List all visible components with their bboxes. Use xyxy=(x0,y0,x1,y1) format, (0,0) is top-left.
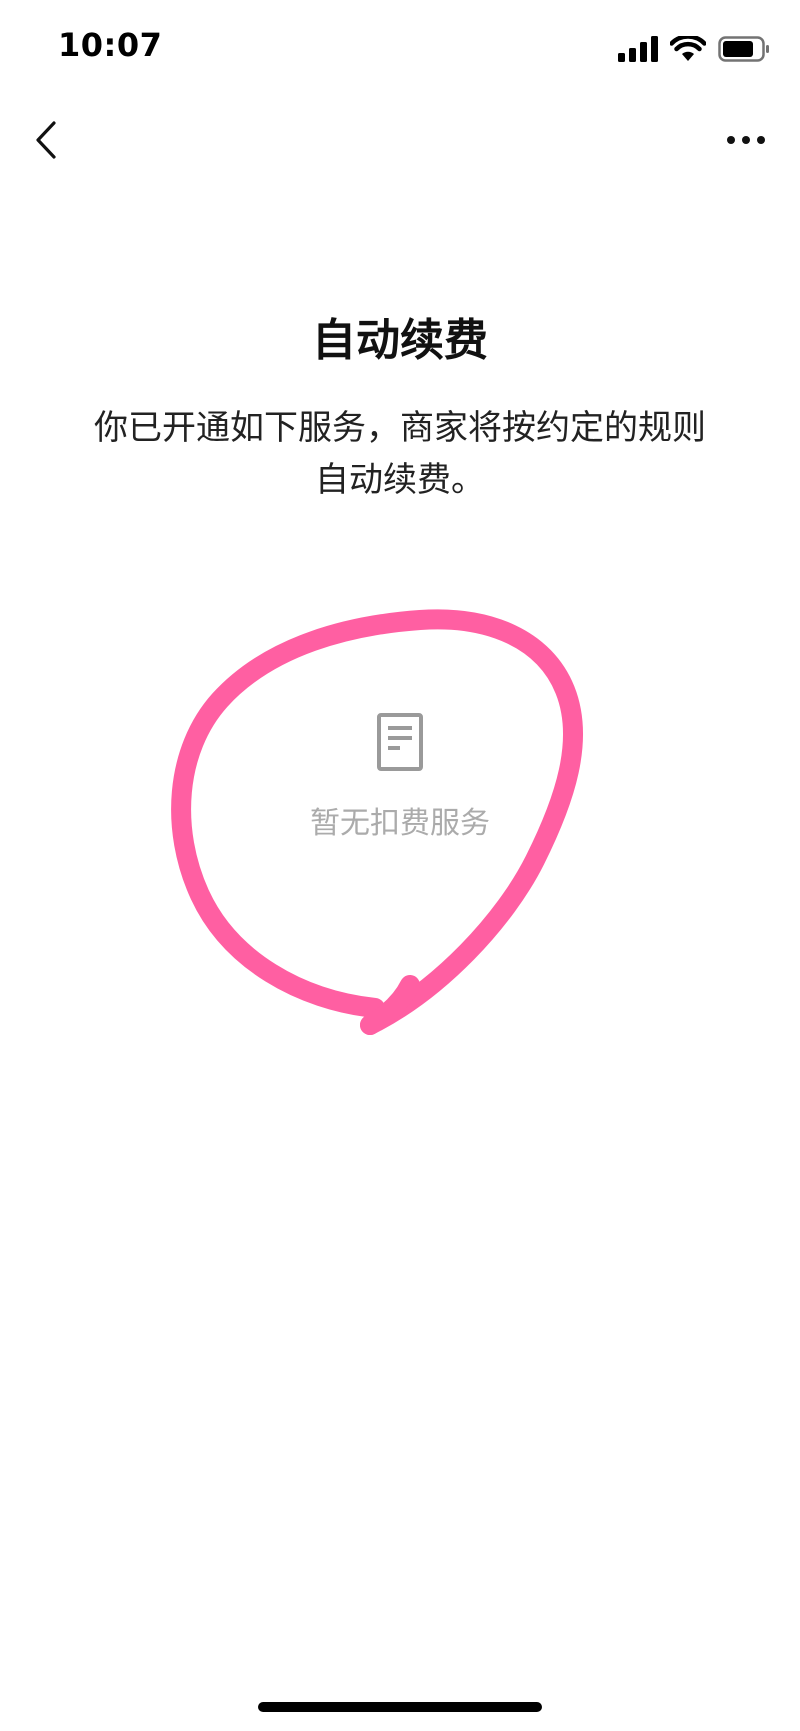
status-time: 10:07 xyxy=(58,26,163,64)
battery-icon xyxy=(718,36,769,62)
status-bar: 10:07 xyxy=(0,0,800,96)
more-dots-icon xyxy=(727,136,765,144)
page-description: 你已开通如下服务，商家将按约定的规则自动续费。 xyxy=(94,408,706,500)
annotation-circle xyxy=(171,609,584,1035)
status-icons xyxy=(618,34,770,64)
wifi-icon xyxy=(670,36,706,61)
auto-renewal-screen: 10:07 自动续费 你已开通如下服务，商家将按约定的规则自动续费。 暂无扣费服… xyxy=(0,0,800,1731)
empty-state: 暂无扣费服务 xyxy=(0,712,800,862)
chevron-left-icon xyxy=(36,121,56,159)
more-button[interactable] xyxy=(718,118,774,162)
back-button[interactable] xyxy=(24,112,68,168)
empty-state-text: 暂无扣费服务 xyxy=(310,806,490,841)
home-indicator[interactable] xyxy=(258,1702,542,1712)
page-title: 自动续费 xyxy=(312,315,488,366)
signal-icon xyxy=(618,36,658,62)
document-icon xyxy=(377,713,423,771)
